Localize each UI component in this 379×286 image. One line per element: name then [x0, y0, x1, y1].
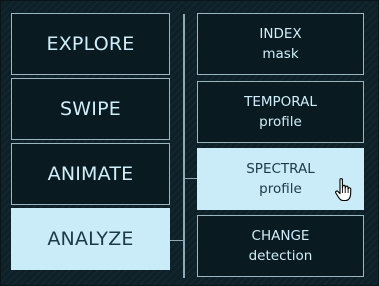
change-detection-title: CHANGE: [251, 228, 310, 244]
temporal-profile-button[interactable]: TEMPORAL profile: [197, 81, 364, 143]
temporal-profile-subtitle: profile: [259, 114, 302, 130]
temporal-profile-title: TEMPORAL: [244, 94, 317, 110]
spectral-profile-title: SPECTRAL: [246, 161, 315, 177]
change-detection-subtitle: detection: [248, 248, 313, 264]
animate-button[interactable]: ANIMATE: [11, 143, 170, 205]
swipe-button[interactable]: SWIPE: [11, 78, 170, 140]
index-mask-subtitle: mask: [262, 46, 299, 62]
explore-button[interactable]: EXPLORE: [11, 13, 170, 75]
spectral-profile-subtitle: profile: [259, 181, 302, 197]
explore-label: EXPLORE: [46, 33, 135, 55]
submenu-connector: [185, 178, 197, 179]
index-mask-button[interactable]: INDEX mask: [197, 13, 364, 75]
change-detection-button[interactable]: CHANGE detection: [197, 215, 364, 277]
index-mask-title: INDEX: [259, 26, 302, 42]
hand-pointer-icon: [335, 178, 352, 202]
analyze-connector: [170, 240, 183, 241]
analyze-button[interactable]: ANALYZE: [11, 208, 170, 270]
animate-label: ANIMATE: [47, 163, 134, 185]
menu-divider-line: [183, 14, 185, 278]
analyze-label: ANALYZE: [47, 228, 134, 250]
swipe-label: SWIPE: [60, 98, 121, 120]
